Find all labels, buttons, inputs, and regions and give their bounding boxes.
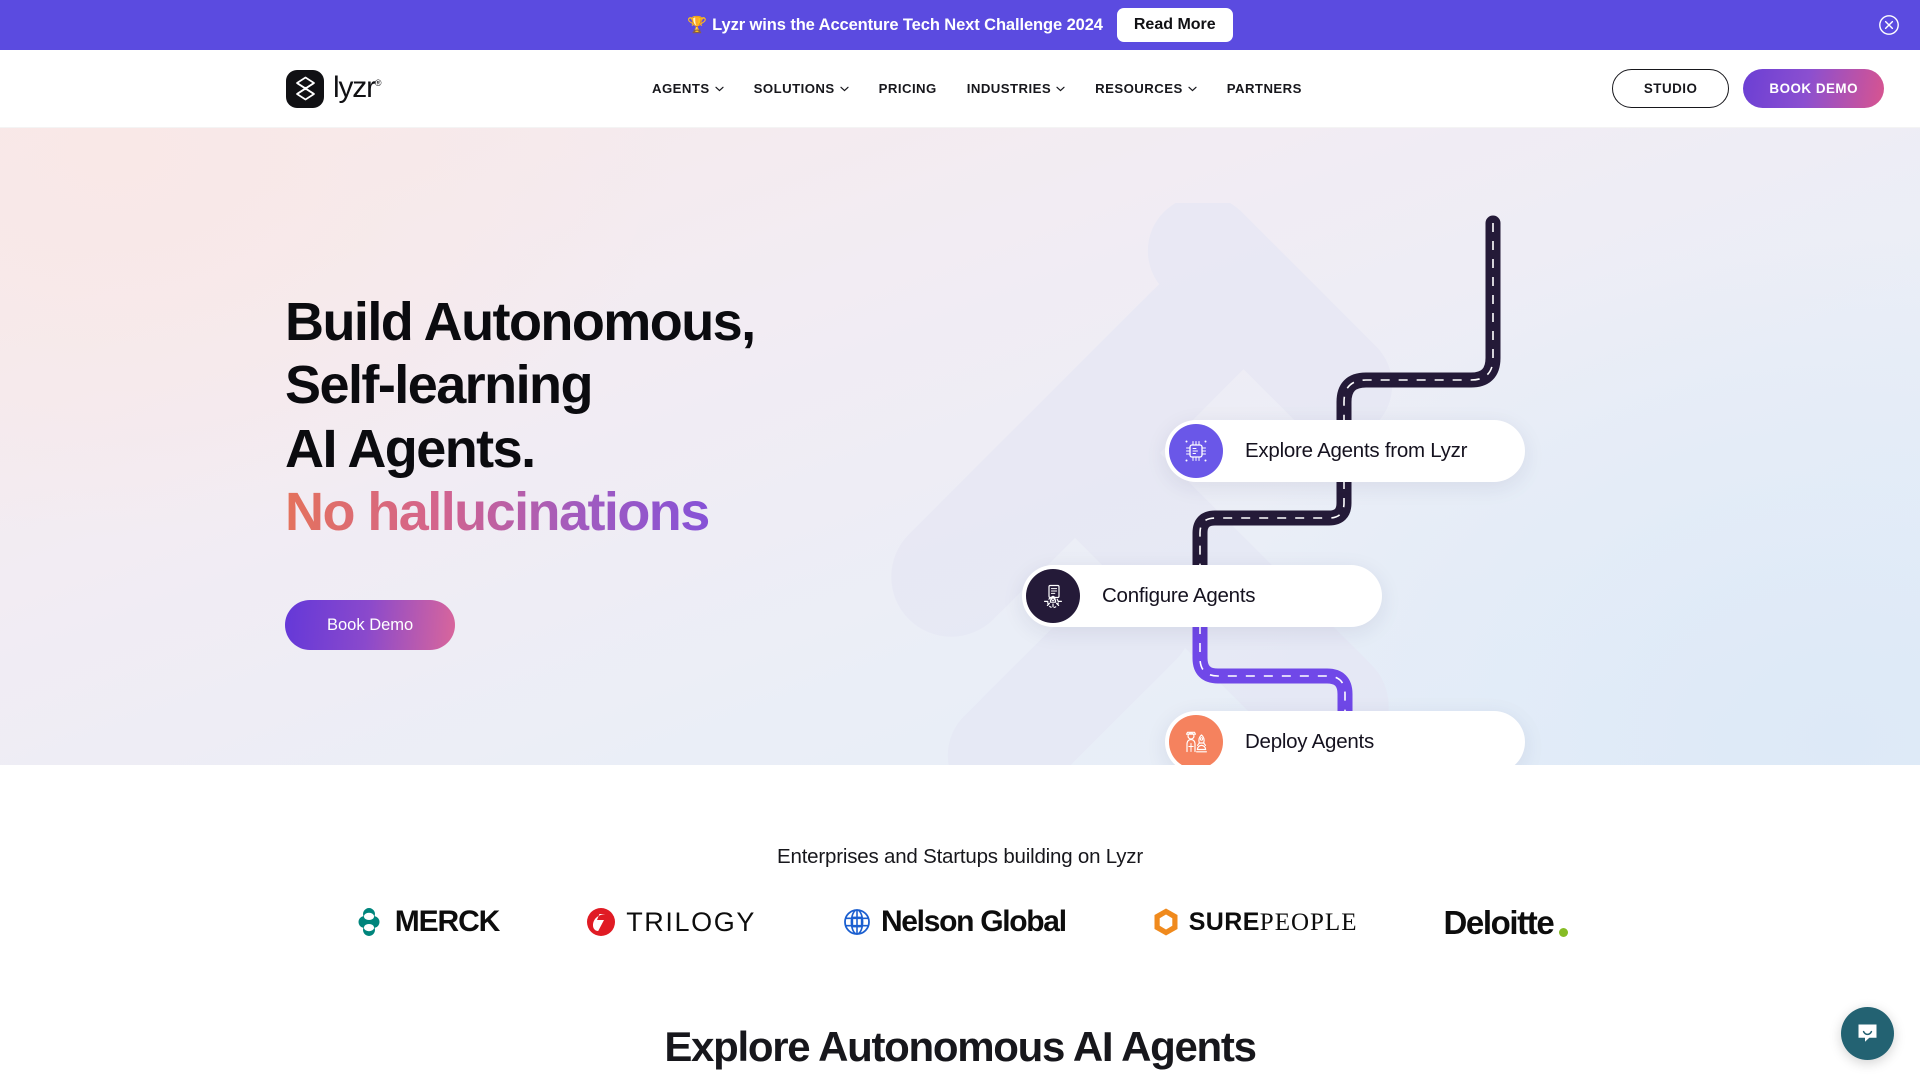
chevron-down-icon — [715, 86, 724, 91]
announcement-text: 🏆 Lyzr wins the Accenture Tech Next Chall… — [687, 15, 1103, 35]
flow-card-label: Explore Agents from Lyzr — [1245, 439, 1468, 462]
nav-label: PARTNERS — [1226, 81, 1302, 96]
nav-label: PRICING — [878, 81, 937, 96]
trademark-symbol: ® — [374, 77, 382, 88]
customer-logo-strip: MERCK TRILOGY Nelson Global SUREPEOPLE D… — [0, 905, 1920, 939]
surepeople-wordmark: SUREPEOPLE — [1188, 907, 1358, 936]
flow-card-deploy-agents[interactable]: Deploy Agents — [1165, 711, 1525, 765]
customer-logo-deloitte: Deloitte — [1443, 903, 1569, 941]
person-rocket-icon — [1169, 715, 1223, 765]
chevron-down-icon — [1188, 86, 1197, 91]
nav-label: RESOURCES — [1095, 81, 1183, 96]
nelson-globe-icon — [844, 909, 870, 935]
social-proof-title: Enterprises and Startups building on Lyz… — [777, 845, 1143, 868]
customer-logo-merck: MERCK — [352, 905, 500, 939]
announcement-banner: 🏆 Lyzr wins the Accenture Tech Next Chall… — [0, 0, 1920, 50]
deloitte-wordmark: Deloitte — [1443, 903, 1554, 941]
nav-item-resources[interactable]: RESOURCES — [1095, 81, 1197, 96]
deloitte-dot-icon — [1559, 927, 1569, 937]
hero-section: Build Autonomous, Self-learning AI Agent… — [0, 128, 1920, 765]
chip-ai-icon — [1169, 424, 1223, 478]
hero-heading-line-2: Self-learning — [285, 355, 593, 416]
nav-item-partners[interactable]: PARTNERS — [1227, 81, 1302, 96]
gear-document-icon — [1026, 569, 1080, 623]
lyzr-logo[interactable]: lyzr® — [286, 69, 382, 108]
flow-card-label: Configure Agents — [1102, 584, 1256, 607]
lyzr-hourglass-icon — [286, 69, 324, 108]
hero-heading-gradient: No hallucinations — [285, 481, 755, 548]
wordmark-text: lyzr — [333, 70, 376, 104]
trophy-icon: 🏆 — [687, 17, 708, 34]
surepeople-hex-icon — [1154, 908, 1178, 936]
nav-label: AGENTS — [652, 81, 710, 96]
trilogy-swirl-icon — [587, 908, 616, 936]
chevron-down-icon — [840, 86, 849, 91]
nav-item-solutions[interactable]: SOLUTIONS — [754, 81, 849, 96]
close-circle-icon[interactable] — [1878, 14, 1900, 36]
hero-copy: Build Autonomous, Self-learning AI Agent… — [285, 291, 756, 651]
customer-logo-trilogy: TRILOGY — [585, 906, 756, 938]
nav-label: INDUSTRIES — [966, 81, 1052, 96]
read-more-button[interactable]: Read More — [1116, 8, 1233, 42]
hero-book-demo-button[interactable]: Book Demo — [285, 599, 456, 651]
flow-card-label: Deploy Agents — [1245, 730, 1374, 753]
merck-wordmark: MERCK — [394, 905, 501, 938]
flow-card-configure-agents[interactable]: Configure Agents — [1022, 565, 1382, 627]
chat-bubble-smile-icon[interactable] — [1841, 1007, 1894, 1060]
main-navigation: AGENTS SOLUTIONS PRICING INDUSTRIES RESO… — [652, 81, 1302, 96]
chevron-down-icon — [1056, 86, 1065, 91]
social-proof-section: Enterprises and Startups building on Lyz… — [0, 765, 1920, 1071]
hero-heading-line-3: AI Agents. — [285, 418, 536, 479]
nav-label: SOLUTIONS — [753, 81, 835, 96]
nav-item-industries[interactable]: INDUSTRIES — [967, 81, 1065, 96]
hero-heading: Build Autonomous, Self-learning AI Agent… — [285, 291, 756, 549]
header-actions: STUDIO BOOK DEMO — [1611, 68, 1884, 109]
studio-button[interactable]: STUDIO — [1611, 68, 1730, 109]
nav-item-agents[interactable]: AGENTS — [652, 81, 724, 96]
explore-agents-heading: Explore Autonomous AI Agents — [664, 1023, 1257, 1070]
hero-heading-line-1: Build Autonomous, — [285, 292, 756, 352]
announcement-label: Lyzr wins the Accenture Tech Next Challe… — [712, 16, 1103, 34]
flow-card-explore-agents[interactable]: Explore Agents from Lyzr — [1165, 420, 1525, 482]
nav-item-pricing[interactable]: PRICING — [879, 81, 937, 96]
site-header: lyzr® AGENTS SOLUTIONS PRICING INDUSTRIE… — [0, 50, 1920, 128]
lyzr-wordmark: lyzr® — [333, 71, 382, 105]
customer-logo-surepeople: SUREPEOPLE — [1152, 907, 1358, 937]
merck-clover-icon — [358, 908, 380, 936]
customer-logo-nelson-global: Nelson Global — [842, 905, 1067, 938]
trilogy-wordmark: TRILOGY — [626, 906, 756, 937]
nelson-global-wordmark: Nelson Global — [880, 905, 1067, 938]
book-demo-button[interactable]: BOOK DEMO — [1743, 68, 1884, 109]
